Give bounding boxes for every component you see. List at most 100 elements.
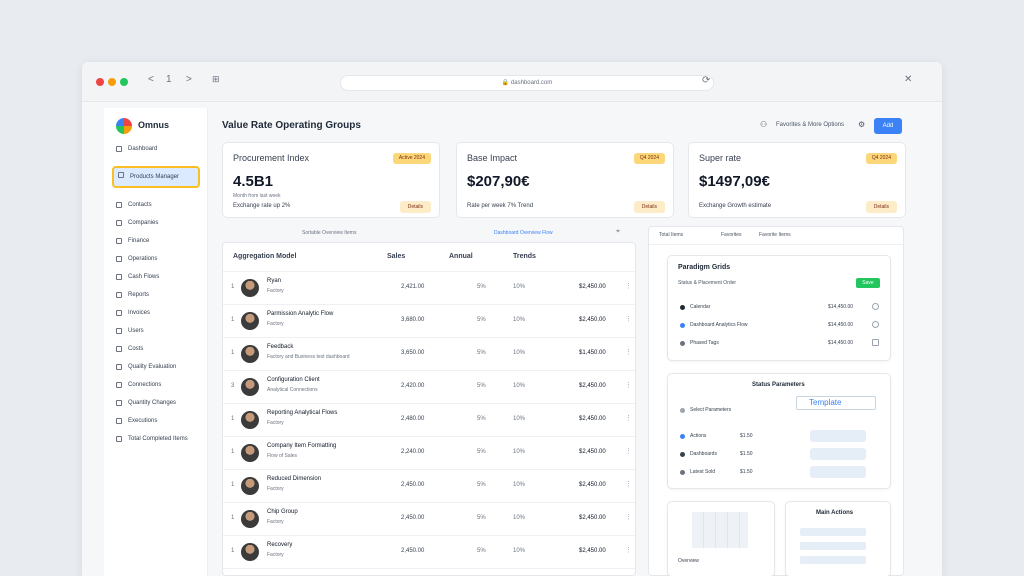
radio-icon[interactable]	[872, 303, 879, 310]
sidebar-item[interactable]: Cash Flows	[112, 270, 200, 284]
details-button[interactable]: Details	[865, 201, 897, 213]
sidebar-item[interactable]: Dashboard	[112, 142, 200, 156]
kebab-menu-icon[interactable]: ⋮	[625, 447, 632, 455]
sidebar-item[interactable]: Users	[112, 324, 200, 338]
cell-sales: 2,420.00	[401, 383, 425, 389]
grid-thumbnail[interactable]	[692, 512, 748, 548]
details-button[interactable]: Details	[399, 201, 431, 213]
table-row[interactable]: 1 Parmission Analytic Flow Factory 3,680.00…	[223, 304, 635, 337]
param-row[interactable]: Dashboards $1.50	[678, 448, 882, 462]
cell-trend: 10%	[513, 548, 526, 554]
back-button[interactable]: <	[148, 74, 154, 90]
sidebar-item[interactable]: Products Manager	[112, 166, 200, 188]
nav-icon	[116, 292, 122, 298]
table-row[interactable]: 1 Reporting Analytical Flows Factory 2,480.…	[223, 403, 635, 436]
card-sub: Month from last week	[233, 193, 281, 199]
kebab-menu-icon[interactable]: ⋮	[625, 546, 632, 554]
kebab-menu-icon[interactable]: ⋮	[625, 315, 632, 323]
sidebar-item[interactable]: Costs	[112, 342, 200, 356]
cell-annual: 5%	[477, 416, 486, 422]
kpi-card[interactable]: Procurement Index Active 2024 4.5B1 Mont…	[222, 142, 440, 218]
sidebar-item[interactable]: Reports	[112, 288, 200, 302]
sidebar-item[interactable]: Operations	[112, 252, 200, 266]
add-button[interactable]: Add	[874, 118, 902, 134]
user-icon[interactable]: ⚇	[760, 120, 767, 129]
sidebar-item[interactable]: Quality Evaluation	[112, 360, 200, 374]
forward-button[interactable]: >	[186, 74, 192, 90]
kebab-menu-icon[interactable]: ⋮	[625, 348, 632, 356]
cell-trend: 10%	[513, 317, 526, 323]
kebab-menu-icon[interactable]: ⋮	[625, 282, 632, 290]
kpi-card[interactable]: Super rate Q4 2024 $1497,09€ Exchange Gr…	[688, 142, 906, 218]
tab-favorite-items[interactable]: Favorite Items	[759, 232, 791, 238]
tabs-icon[interactable]: ⊞	[212, 74, 220, 90]
table-row[interactable]: 1 Feedback Factory and Business test dashb…	[223, 337, 635, 370]
reload-icon[interactable]: ⟳	[702, 75, 710, 91]
column-header[interactable]: Trends	[513, 253, 536, 260]
table-row[interactable]: 1 Recovery Factory 2,450.00 5% 10% $2,450.00 ⋮	[223, 535, 635, 568]
table-row[interactable]: 1 Company Item Formatting Flow of Sales 2,2…	[223, 436, 635, 469]
column-header[interactable]: Sales	[387, 253, 405, 260]
table-row[interactable]: 1 Reduced Dimension Factory 2,450.00 5% 10% $2…	[223, 469, 635, 502]
sidebar-item-label: Quality Evaluation	[128, 364, 177, 370]
kebab-menu-icon[interactable]: ⋮	[625, 414, 632, 422]
table-row[interactable]: 1 Ryan Factory 2,421.00 5% 10% $2,450.00 ⋮	[223, 271, 635, 304]
card-badge: Active 2024	[392, 153, 431, 164]
param-field[interactable]	[810, 448, 866, 460]
param-row[interactable]: Select Parameters	[678, 404, 882, 418]
toolbar-mid[interactable]: Dashboard Overview Flow	[494, 230, 553, 236]
table-row[interactable]: 3 Configuration Client Analytical Connecti…	[223, 370, 635, 403]
gear-icon[interactable]: ⚙	[858, 120, 865, 129]
close-dot[interactable]	[96, 78, 104, 86]
sidebar-item[interactable]: Companies	[112, 216, 200, 230]
url-bar[interactable]: 🔒 dashboard.com	[340, 75, 714, 91]
cell-annual: 5%	[477, 317, 486, 323]
sidebar-item[interactable]: Total Completed Items	[112, 432, 200, 446]
action-field[interactable]	[800, 528, 866, 536]
row-description: Analytical Connections	[267, 387, 318, 393]
nav-icon	[116, 400, 122, 406]
list-item[interactable]: Phased Tags $14,450.00	[678, 338, 880, 350]
pin-icon[interactable]: ⌖	[616, 228, 620, 236]
sidebar-item[interactable]: Invoices	[112, 306, 200, 320]
kebab-menu-icon[interactable]: ⋮	[625, 480, 632, 488]
maximize-dot[interactable]	[120, 78, 128, 86]
save-button[interactable]: Save	[856, 278, 880, 288]
sidebar-item[interactable]: Quantity Changes	[112, 396, 200, 410]
param-label: Actions	[690, 433, 707, 439]
action-field[interactable]	[800, 556, 866, 564]
column-header[interactable]: Annual	[449, 253, 473, 260]
settings-tool-icon[interactable]: ✕	[904, 74, 912, 90]
sidebar-item[interactable]: Contacts	[112, 198, 200, 212]
param-row[interactable]: Actions $1.50	[678, 430, 882, 444]
radio-icon[interactable]	[872, 321, 879, 328]
table-row[interactable]: 1 Chip Group Factory 2,450.00 5% 10% $2,450.00…	[223, 502, 635, 535]
param-field[interactable]	[810, 466, 866, 478]
bullet-icon	[680, 408, 685, 413]
sidebar-item[interactable]: Executions	[112, 414, 200, 428]
sidebar-item-label: Total Completed Items	[128, 436, 188, 442]
kebab-menu-icon[interactable]: ⋮	[625, 381, 632, 389]
sidebar-item[interactable]: Connections	[112, 378, 200, 392]
list-item[interactable]: Dashboard Analytics Flow $14,450.00	[678, 320, 880, 332]
column-header[interactable]: Aggregation Model	[233, 253, 296, 260]
param-row[interactable]: Latest Sold $1.50	[678, 466, 882, 480]
param-field[interactable]	[810, 430, 866, 442]
tab-total-items[interactable]: Total Items	[659, 232, 683, 238]
nav-icon	[116, 364, 122, 370]
tab-favorites[interactable]: Favorites	[721, 232, 742, 238]
action-field[interactable]	[800, 542, 866, 550]
toolbar-left[interactable]: Sortable Overview Items	[302, 230, 356, 236]
table-row[interactable]: 1ShadowFactory2,450.005%10%$2,450.00⋮	[223, 568, 635, 575]
list-item[interactable]: Calendar $14,450.00	[678, 302, 880, 314]
kebab-menu-icon[interactable]: ⋮	[625, 513, 632, 521]
sidebar-item[interactable]: Finance	[112, 234, 200, 248]
sidebar-item-label: Costs	[128, 346, 144, 352]
copy-icon[interactable]	[872, 339, 879, 346]
details-button[interactable]: Details	[633, 201, 665, 213]
kpi-card[interactable]: Base Impact Q4 2024 $207,90€ Rate per we…	[456, 142, 674, 218]
header-link[interactable]: Favorites & More Options	[776, 122, 844, 128]
row-index: 1	[231, 449, 235, 455]
cell-annual: 5%	[477, 383, 486, 389]
minimize-dot[interactable]	[108, 78, 116, 86]
